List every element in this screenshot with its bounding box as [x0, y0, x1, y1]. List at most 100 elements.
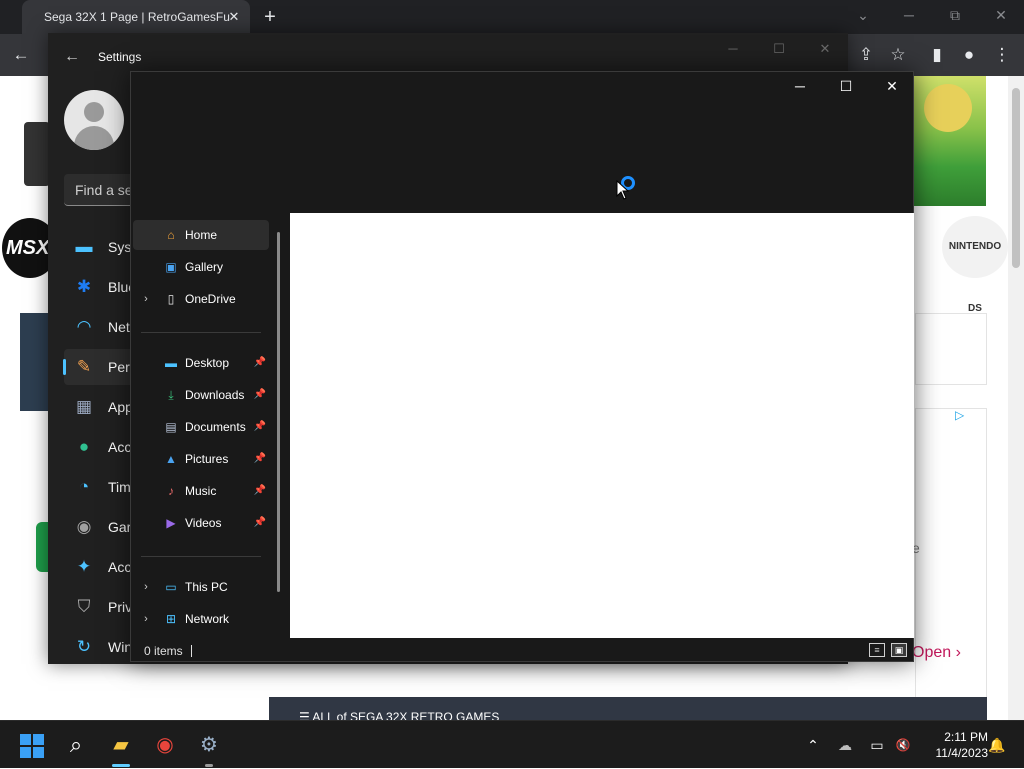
back-arrow-icon[interactable]: ← — [6, 34, 36, 76]
browser-restore-button[interactable]: ⧉ — [932, 0, 978, 30]
pin-icon — [253, 252, 267, 282]
explorer-nav-item[interactable]: › ▭ This PC — [133, 572, 269, 602]
explorer-nav-item[interactable]: ▣ Gallery — [133, 252, 269, 282]
explorer-nav-item[interactable]: ▲ Pictures 📌 — [133, 444, 269, 474]
explorer-nav-item[interactable]: ▬ Desktop 📌 — [133, 348, 269, 378]
explorer-nav-label: Gallery — [185, 260, 224, 274]
settings-minimize-button[interactable]: ─ — [710, 33, 756, 65]
bookmark-star-icon[interactable]: ☆ — [883, 34, 913, 76]
settings-taskbar-icon[interactable]: ⚙ — [189, 721, 229, 769]
explorer-maximize-button[interactable]: ☐ — [823, 72, 869, 100]
explorer-nav-label: Home — [185, 228, 218, 242]
explorer-nav-item[interactable]: › ▯ OneDrive — [133, 284, 269, 314]
expand-chevron-icon[interactable]: › — [139, 604, 153, 634]
file-explorer-window: ─ ☐ ✕ ⌂ Home ▣ Gallery › ▯ OneDrive ▬ Desktop 📌 ⤓ D… — [130, 71, 914, 662]
settings-maximize-button[interactable]: ☐ — [756, 33, 802, 65]
game-screenshot-image[interactable] — [914, 76, 986, 206]
details-view-icon[interactable]: ≡ — [869, 643, 885, 657]
expand-chevron-icon[interactable]: › — [139, 284, 153, 314]
search-icon[interactable]: ⌕ — [56, 721, 96, 769]
system-clock[interactable]: 2:11 PM 11/4/2023 — [918, 729, 989, 763]
explorer-nav-label: Downloads — [185, 388, 245, 402]
pin-icon — [253, 604, 267, 634]
volume-muted-icon[interactable]: 🔇 — [890, 721, 916, 769]
settings-close-button[interactable]: ✕ — [802, 33, 848, 65]
expand-chevron-icon — [139, 476, 153, 506]
pin-icon[interactable]: 📌 — [253, 380, 267, 410]
all-games-banner[interactable]: ☰ ALL of SEGA 32X RETRO GAMES — [269, 697, 987, 720]
expand-chevron-icon[interactable]: › — [139, 572, 153, 602]
settings-nav-icon: ✎ — [76, 357, 92, 376]
onedrive-icon[interactable]: ☁ — [832, 721, 858, 769]
pin-icon — [253, 220, 267, 250]
expand-chevron-icon — [139, 412, 153, 442]
settings-running-indicator — [205, 764, 213, 767]
taskbar: ⌕ ▰ ◉ ⚙ ⌃ ☁ ▭ 🔇 2:11 PM 11/4/2023 🔔 — [0, 720, 1024, 768]
start-button[interactable] — [20, 734, 44, 758]
new-tab-button[interactable]: + — [258, 0, 282, 34]
explorer-nav-item[interactable]: ▤ Documents 📌 — [133, 412, 269, 442]
side-panel-icon[interactable]: ▮ — [922, 34, 952, 76]
pin-icon[interactable]: 📌 — [253, 412, 267, 442]
explorer-minimize-button[interactable]: ─ — [777, 72, 823, 100]
folder-icon: ▶ — [166, 516, 176, 530]
explorer-nav-item[interactable]: ⌂ Home — [133, 220, 269, 250]
explorer-nav-item[interactable]: › ⊞ Network — [133, 604, 269, 634]
browser-close-button[interactable]: ✕ — [978, 0, 1024, 30]
user-avatar[interactable] — [64, 90, 124, 150]
share-icon[interactable]: ⇪ — [851, 34, 881, 76]
pin-icon[interactable]: 📌 — [253, 508, 267, 538]
explorer-nav-label: Desktop — [185, 356, 230, 370]
tab-search-icon[interactable]: ⌄ — [840, 0, 886, 30]
explorer-nav-item[interactable]: ▶ Videos 📌 — [133, 508, 269, 538]
nintendo-ds-badge[interactable]: NINTENDO DS — [942, 216, 1008, 314]
scrollbar-thumb[interactable] — [1012, 88, 1020, 268]
settings-nav-icon: ✦ — [76, 557, 92, 576]
ad-choices-icon[interactable]: ▷ — [955, 408, 964, 422]
explorer-nav-item[interactable]: ⤓ Downloads 📌 — [133, 380, 269, 410]
explorer-nav-label: OneDrive — [185, 292, 236, 306]
clock-date: 11/4/2023 — [935, 746, 989, 760]
folder-icon: ▣ — [165, 260, 177, 274]
explorer-running-indicator — [112, 764, 130, 767]
settings-nav-label: Acc — [108, 439, 132, 455]
ad-open-link[interactable]: Open › — [912, 644, 961, 662]
nav-pane-scrollbar[interactable] — [277, 232, 280, 592]
pin-icon[interactable]: 📌 — [253, 444, 267, 474]
folder-icon: ▲ — [165, 452, 177, 466]
folder-icon: ⊞ — [165, 612, 177, 626]
settings-nav-label: Acc — [108, 559, 132, 575]
network-icon[interactable]: ▭ — [864, 721, 890, 769]
page-card — [915, 313, 987, 385]
explorer-nav-label: Pictures — [185, 452, 229, 466]
expand-chevron-icon — [139, 380, 153, 410]
settings-nav-icon: ◉ — [76, 517, 92, 536]
nav-divider — [141, 556, 261, 557]
explorer-nav-item[interactable]: ♪ Music 📌 — [133, 476, 269, 506]
tab-close-icon[interactable]: ✕ — [224, 0, 244, 34]
profile-avatar-icon[interactable]: ● — [954, 34, 984, 76]
browser-tab[interactable]: Sega 32X 1 Page | RetroGamesFu — [22, 0, 250, 34]
pin-icon[interactable]: 📌 — [253, 348, 267, 378]
browser-minimize-button[interactable]: ─ — [886, 0, 932, 30]
expand-chevron-icon — [139, 508, 153, 538]
explorer-content-pane[interactable] — [290, 213, 914, 638]
explorer-nav-label: Music — [185, 484, 217, 498]
explorer-nav-label: Videos — [185, 516, 222, 530]
settings-nav-label: Priv — [108, 599, 133, 615]
browser-menu-icon[interactable]: ⋮ — [987, 34, 1017, 76]
page-scrollbar[interactable] — [1008, 76, 1024, 720]
folder-icon: ⤓ — [168, 388, 174, 402]
show-hidden-icons-chevron-icon[interactable]: ⌃ — [800, 721, 826, 769]
settings-back-arrow-icon[interactable]: ← — [60, 33, 84, 81]
tiles-view-icon[interactable]: ▣ — [891, 643, 907, 657]
notification-bell-icon[interactable]: 🔔 — [984, 721, 1010, 769]
settings-nav-label: Win — [108, 639, 133, 655]
pin-icon[interactable]: 📌 — [253, 476, 267, 506]
file-explorer-taskbar-icon[interactable]: ▰ — [101, 721, 141, 769]
chrome-taskbar-icon[interactable]: ◉ — [145, 721, 185, 769]
explorer-close-button[interactable]: ✕ — [869, 72, 915, 100]
expand-chevron-icon — [139, 220, 153, 250]
settings-nav-icon: ◔ — [78, 477, 90, 496]
folder-icon: ▬ — [165, 356, 177, 370]
